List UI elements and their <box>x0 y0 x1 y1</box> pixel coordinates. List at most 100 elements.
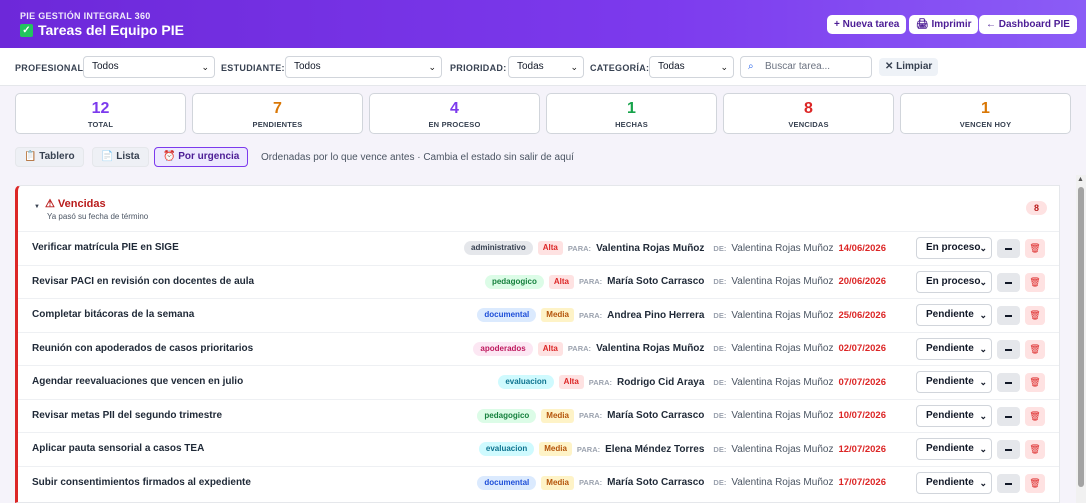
task-row[interactable]: Subir consentimientos firmados al expedi… <box>18 465 1059 499</box>
task-row[interactable]: Revisar metas PII del segundo trimestre p… <box>18 398 1059 432</box>
stat-vencidas: 8 VENCIDAS <box>723 93 894 134</box>
delete-button[interactable]: 🗑 <box>1025 440 1045 459</box>
print-button[interactable]: 🖨 Imprimir <box>909 15 979 34</box>
category-badge: pedagogico <box>477 408 537 423</box>
chevron-down-icon: ⌄ <box>979 377 987 387</box>
collapse-caret-icon[interactable]: ▼ <box>34 204 40 210</box>
stat-label: VENCEN HOY <box>959 120 1012 129</box>
minimize-button[interactable] <box>997 339 1020 359</box>
de-label: DE: <box>713 310 727 320</box>
status-select[interactable]: Pendiente ⌄ <box>916 471 992 494</box>
stat-value: 4 <box>450 100 459 117</box>
creator-name: Valentina Rojas Muñoz <box>731 276 834 287</box>
stat-value: 1 <box>981 100 990 117</box>
status-select[interactable]: Pendiente ⌄ <box>916 438 992 460</box>
status-select[interactable]: Pendiente ⌄ <box>916 404 992 427</box>
clipboard-icon: 📋 <box>24 151 40 162</box>
view-urgency-label: Por urgencia <box>178 151 240 162</box>
trash-icon: 🗑 <box>1029 276 1041 287</box>
minimize-button[interactable] <box>997 373 1020 392</box>
priority-badge: Alta <box>548 274 574 289</box>
brand-label: PIE GESTIÓN INTEGRAL 360 <box>20 11 151 21</box>
dashboard-button[interactable]: ← Dashboard PIE <box>979 15 1077 34</box>
para-label: PARA: <box>578 411 603 420</box>
scroll-up-arrow-icon[interactable]: ▲ <box>1077 176 1084 183</box>
status-select[interactable]: Pendiente ⌄ <box>916 371 992 393</box>
delete-button[interactable]: 🗑 <box>1025 272 1045 292</box>
view-board-button[interactable]: 📋 Tablero <box>15 147 84 167</box>
stat-value: 8 <box>804 100 813 117</box>
task-row[interactable]: Completar bitácoras de la semana document… <box>18 298 1059 331</box>
estudiante-select[interactable]: Todos ⌄ <box>285 56 442 78</box>
delete-button[interactable]: 🗑 <box>1025 373 1045 392</box>
prioridad-select[interactable]: Todas ⌄ <box>508 56 584 78</box>
due-date: 07/07/2026 <box>838 376 886 388</box>
stat-value: 7 <box>273 100 282 117</box>
task-row[interactable]: Aplicar pauta sensorial a casos TEA evalu… <box>18 432 1059 465</box>
assignee-name: María Soto Carrasco <box>607 276 705 287</box>
task-row[interactable]: Reunión con apoderados de casos priorita… <box>18 331 1059 365</box>
de-label: DE: <box>713 344 727 353</box>
status-select[interactable]: En proceso ⌄ <box>916 270 992 293</box>
trash-icon: 🗑 <box>1029 444 1041 454</box>
delete-button[interactable]: 🗑 <box>1025 239 1045 258</box>
profesional-label: PROFESIONAL: <box>15 63 87 73</box>
task-row[interactable]: Verificar matrícula PIE en SIGE administr… <box>18 231 1059 264</box>
status-value: En proceso <box>926 275 981 287</box>
status-value: Pendiente <box>926 476 974 488</box>
category-badge: evaluacion <box>478 442 535 456</box>
task-row[interactable]: Agendar reevaluaciones que vencen en jul… <box>18 365 1059 398</box>
chevron-down-icon: ⌄ <box>979 343 987 354</box>
prioridad-value: Todas <box>517 61 544 72</box>
stat-label: PENDIENTES <box>252 120 303 129</box>
category-badge: evaluacion <box>498 375 554 389</box>
minimize-button[interactable] <box>997 239 1020 258</box>
status-value: En proceso <box>926 242 981 253</box>
minimize-button[interactable] <box>997 272 1020 292</box>
task-title: Revisar PACI en revisión con docentes de… <box>32 275 255 287</box>
clear-filters-button[interactable]: ✕ Limpiar <box>879 58 939 76</box>
minimize-button[interactable] <box>997 406 1020 426</box>
delete-button[interactable]: 🗑 <box>1025 406 1045 426</box>
task-row[interactable]: Revisar PACI en revisión con docentes de… <box>18 264 1059 298</box>
due-date: 25/06/2026 <box>838 309 886 321</box>
profesional-value: Todos <box>92 61 119 72</box>
status-select[interactable]: Pendiente ⌄ <box>916 337 992 360</box>
task-title: Verificar matrícula PIE en SIGE <box>32 242 179 253</box>
stat-total: 12 TOTAL <box>15 93 186 134</box>
priority-badge: Media <box>541 475 574 490</box>
category-badge: pedagogico <box>484 274 544 289</box>
estudiante-value: Todos <box>294 61 321 72</box>
priority-badge: Media <box>541 308 574 322</box>
chevron-down-icon: ⌄ <box>428 62 436 72</box>
task-meta: evaluacion Media PARA: Elena Méndez Torres D… <box>478 442 886 456</box>
priority-badge: Alta <box>537 341 563 356</box>
view-list-button[interactable]: 📄 Lista <box>92 147 149 167</box>
stat-pendientes: 7 PENDIENTES <box>192 93 363 134</box>
para-label: PARA: <box>576 444 601 454</box>
para-label: PARA: <box>578 478 603 487</box>
task-meta: documental Media PARA: Andrea Pino Herrera D… <box>477 308 886 322</box>
delete-button[interactable]: 🗑 <box>1025 306 1045 325</box>
stat-label: EN PROCESO <box>428 120 481 129</box>
delete-button[interactable]: 🗑 <box>1025 473 1045 493</box>
view-urgency-button[interactable]: ⏰ Por urgencia <box>154 147 249 167</box>
assignee-name: María Soto Carrasco <box>607 477 705 488</box>
checkbox-icon: ✓ <box>20 23 33 37</box>
profesional-select[interactable]: Todos ⌄ <box>83 56 215 78</box>
task-meta: pedagogico Media PARA: María Soto Carrasco D… <box>477 408 886 423</box>
scrollbar[interactable]: ▲ <box>1076 175 1086 503</box>
priority-badge: Alta <box>537 241 563 255</box>
scrollbar-thumb[interactable] <box>1078 187 1084 487</box>
status-select[interactable]: En proceso ⌄ <box>916 237 992 259</box>
minimize-button[interactable] <box>997 306 1020 325</box>
new-task-button[interactable]: + Nueva tarea <box>827 15 907 34</box>
categoria-select[interactable]: Todas ⌄ <box>649 56 734 78</box>
minimize-button[interactable] <box>997 440 1020 459</box>
minimize-button[interactable] <box>997 473 1020 493</box>
search-input[interactable]: ⌕ Buscar tarea... <box>740 56 872 78</box>
task-meta: pedagogico Alta PARA: María Soto Carrasco DE… <box>484 274 886 289</box>
status-select[interactable]: Pendiente ⌄ <box>916 304 992 326</box>
delete-button[interactable]: 🗑 <box>1025 339 1045 359</box>
categoria-value: Todas <box>658 61 685 72</box>
